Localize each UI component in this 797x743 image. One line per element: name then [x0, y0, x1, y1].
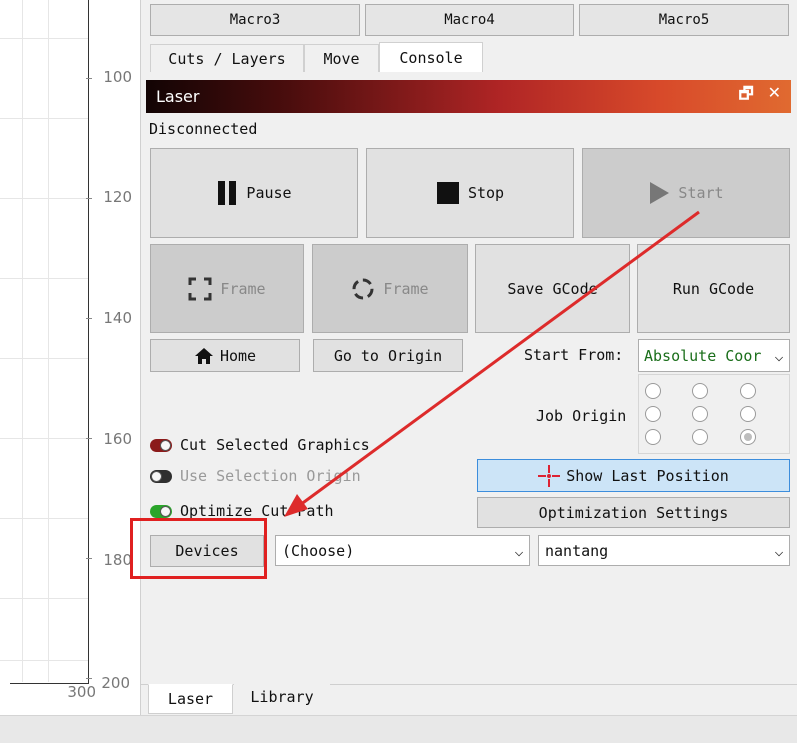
job-origin-label: Job Origin [536, 407, 627, 425]
start-button[interactable]: Start [582, 148, 790, 238]
chevron-down-icon: ⌵ [774, 346, 784, 365]
home-icon [194, 347, 213, 364]
tab-cuts-layers[interactable]: Cuts / Layers [150, 44, 304, 72]
frame-rect-icon [188, 277, 212, 300]
cut-selected-toggle[interactable] [150, 439, 172, 452]
macro3-button[interactable]: Macro3 [150, 4, 360, 36]
tab-move[interactable]: Move [304, 44, 379, 72]
job-origin-center[interactable] [692, 406, 708, 422]
job-origin-bottom-left[interactable] [645, 429, 661, 445]
job-origin-top-center[interactable] [692, 383, 708, 399]
grid-line [0, 118, 88, 119]
laser-window-title: Laser [156, 87, 200, 106]
pause-button[interactable]: Pause [150, 148, 358, 238]
status-bar [0, 715, 797, 743]
frame-circle-button[interactable]: Frame [312, 244, 468, 333]
grid-line [0, 278, 88, 279]
canvas-vertical-axis [88, 0, 89, 684]
device-profile-value: nantang [545, 541, 609, 560]
save-gcode-button[interactable]: Save GCode [475, 244, 630, 333]
highlight-box [130, 518, 267, 579]
frame-circle-icon [352, 278, 374, 299]
ruler-label: 120 [103, 188, 132, 206]
grid-line [0, 598, 88, 599]
grid-line [0, 438, 88, 439]
device-port-value: (Choose) [282, 541, 355, 560]
close-icon[interactable]: ✕ [768, 83, 781, 110]
job-origin-middle-left[interactable] [645, 406, 661, 422]
start-from-select[interactable]: Absolute Coor ⌵ [638, 339, 790, 372]
grid-line [22, 0, 23, 682]
grid-line [48, 0, 49, 682]
start-from-label: Start From: [524, 346, 624, 364]
tab-laser[interactable]: Laser [148, 684, 233, 714]
device-port-select[interactable]: (Choose) ⌵ [275, 535, 530, 566]
ruler-label: 140 [103, 309, 132, 327]
crosshair-icon [538, 464, 561, 487]
job-origin-top-left[interactable] [645, 383, 661, 399]
laser-window-header: Laser 🗗 ✕ [146, 80, 791, 113]
pause-label: Pause [246, 184, 292, 202]
grid-line [0, 660, 88, 661]
grid-line [0, 198, 88, 199]
job-origin-bottom-center[interactable] [692, 429, 708, 445]
stop-label: Stop [467, 184, 505, 202]
home-label: Home [219, 346, 257, 365]
frame-circle-label: Frame [383, 279, 429, 298]
pause-icon [218, 181, 237, 205]
show-last-position-label: Show Last Position [566, 466, 729, 485]
stop-icon [436, 182, 459, 204]
float-window-icon[interactable]: 🗗 [739, 83, 754, 110]
macro4-button[interactable]: Macro4 [365, 4, 574, 36]
design-canvas[interactable] [0, 0, 140, 715]
grid-line [0, 358, 88, 359]
grid-line [0, 518, 88, 519]
chevron-down-icon: ⌵ [774, 541, 784, 560]
optimize-cut-path-toggle[interactable] [150, 505, 172, 518]
show-last-position-button[interactable]: Show Last Position [477, 459, 790, 492]
ruler-x-label: 300 [67, 683, 96, 701]
job-origin-bottom-right[interactable] [740, 429, 756, 445]
run-gcode-button[interactable]: Run GCode [637, 244, 790, 333]
start-from-value: Absolute Coor [644, 346, 762, 365]
home-button[interactable]: Home [150, 339, 300, 372]
grid-line [0, 38, 88, 39]
use-selection-origin-label: Use Selection Origin [180, 467, 361, 485]
connection-status: Disconnected [149, 120, 258, 138]
use-selection-origin-toggle[interactable] [150, 470, 172, 483]
frame-rect-label: Frame [220, 279, 266, 298]
ruler-label: 100 [103, 68, 132, 86]
optimization-settings-button[interactable]: Optimization Settings [477, 497, 790, 528]
go-to-origin-button[interactable]: Go to Origin [313, 339, 463, 372]
frame-rect-button[interactable]: Frame [150, 244, 304, 333]
start-label: Start [678, 184, 724, 202]
device-profile-select[interactable]: nantang ⌵ [538, 535, 790, 566]
ruler-label: 160 [103, 430, 132, 448]
macro5-button[interactable]: Macro5 [579, 4, 789, 36]
chevron-down-icon: ⌵ [514, 541, 524, 560]
stop-button[interactable]: Stop [366, 148, 574, 238]
play-icon [650, 182, 670, 204]
job-origin-middle-right[interactable] [740, 406, 756, 422]
job-origin-top-right[interactable] [740, 383, 756, 399]
ruler-label: 180 [103, 551, 132, 569]
tab-console[interactable]: Console [379, 42, 483, 72]
tab-library[interactable]: Library [234, 684, 330, 710]
cut-selected-label: Cut Selected Graphics [180, 436, 370, 454]
